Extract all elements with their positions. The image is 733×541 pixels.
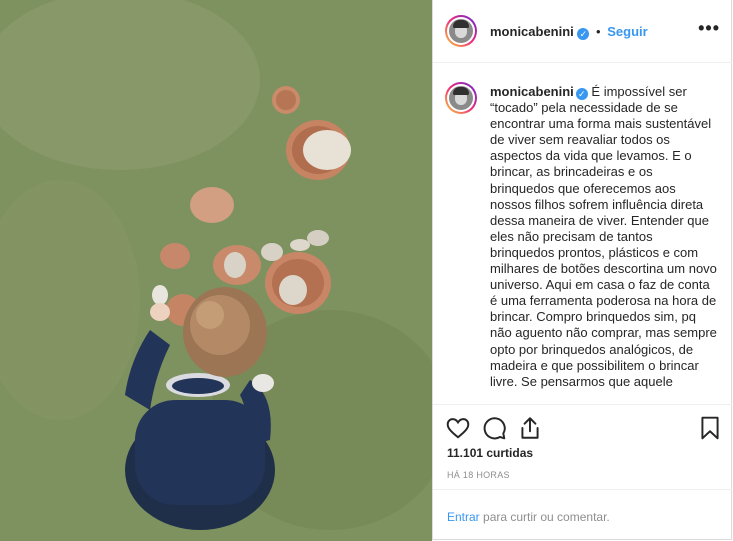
bookmark-icon[interactable]	[697, 415, 723, 441]
more-options-icon[interactable]: •••	[698, 18, 720, 39]
caption: monicabenini ✓ É impossível ser “tocado” …	[490, 84, 718, 390]
action-bar	[433, 404, 732, 452]
login-link[interactable]: Entrar	[447, 510, 480, 524]
caption-username[interactable]: monicabenini	[490, 84, 574, 99]
avatar[interactable]	[445, 15, 477, 47]
follow-button[interactable]: Seguir	[607, 24, 647, 39]
separator-dot: •	[596, 24, 601, 39]
photo-illustration	[0, 0, 432, 541]
login-prompt: Entrar para curtir ou comentar.	[433, 489, 732, 540]
post-photo[interactable]	[0, 0, 432, 541]
caption-avatar[interactable]	[445, 82, 477, 114]
footer-rest: para curtir ou comentar.	[479, 510, 610, 524]
post-timestamp[interactable]: HÁ 18 HORAS	[447, 470, 510, 480]
caption-text: É impossível ser “tocado” pela necessida…	[490, 84, 717, 389]
comment-icon[interactable]	[481, 415, 507, 441]
header-line: monicabenini ✓ • Seguir	[490, 24, 648, 40]
post-header: monicabenini ✓ • Seguir •••	[433, 0, 732, 63]
post-side-panel: monicabenini ✓ • Seguir ••• monicabenini…	[432, 0, 732, 540]
footer-text: Entrar para curtir ou comentar.	[447, 510, 610, 524]
heart-icon[interactable]	[445, 415, 471, 441]
header-username[interactable]: monicabenini	[490, 24, 574, 39]
caption-verified-badge-icon: ✓	[575, 88, 588, 100]
likes-count[interactable]: 11.101 curtidas	[447, 446, 533, 460]
verified-badge-icon: ✓	[577, 28, 590, 40]
comments-area[interactable]: monicabenini ✓ É impossível ser “tocado” …	[433, 64, 732, 402]
share-icon[interactable]	[517, 415, 543, 441]
